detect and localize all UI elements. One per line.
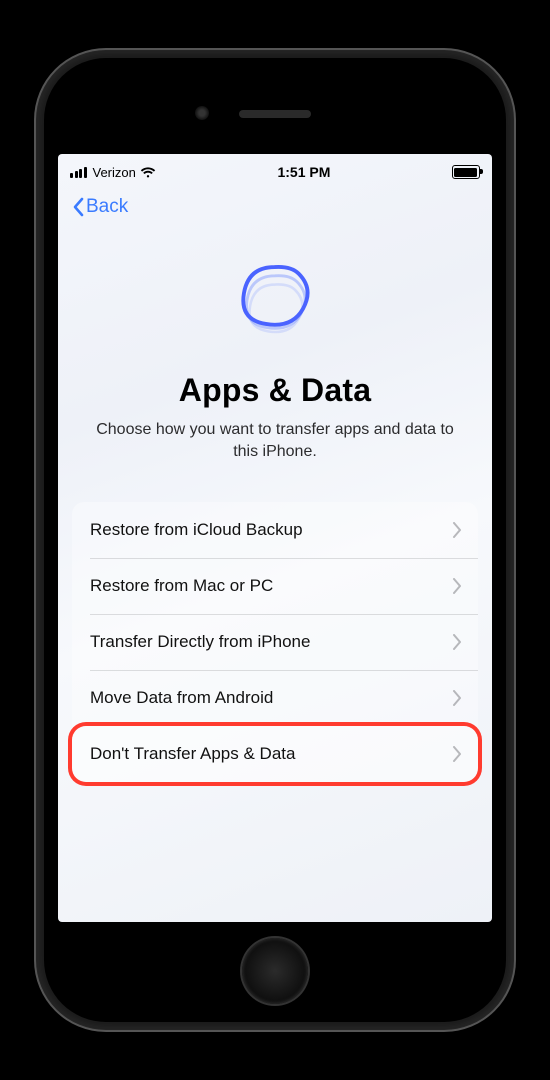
- chevron-right-icon: [452, 522, 462, 538]
- chevron-right-icon: [452, 578, 462, 594]
- status-bar: Verizon 1:51 PM: [58, 154, 492, 186]
- page-subtitle: Choose how you want to transfer apps and…: [88, 419, 462, 462]
- phone-bezel: Verizon 1:51 PM Back: [44, 58, 506, 1022]
- option-move-android[interactable]: Move Data from Android: [72, 670, 478, 726]
- back-button[interactable]: Back: [66, 195, 134, 219]
- status-left: Verizon: [70, 165, 156, 180]
- apps-data-icon: [225, 252, 325, 352]
- screen: Verizon 1:51 PM Back: [58, 154, 492, 922]
- options-list: Restore from iCloud Backup Restore from …: [72, 502, 478, 782]
- wifi-icon: [140, 166, 156, 178]
- carrier-label: Verizon: [93, 165, 136, 180]
- back-label: Back: [86, 196, 128, 218]
- phone-frame: Verizon 1:51 PM Back: [36, 50, 514, 1030]
- cellular-signal-icon: [70, 167, 87, 178]
- chevron-right-icon: [452, 746, 462, 762]
- option-dont-transfer[interactable]: Don't Transfer Apps & Data: [72, 726, 478, 782]
- option-label: Restore from Mac or PC: [90, 576, 273, 596]
- home-button[interactable]: [242, 938, 308, 1004]
- hero-section: Apps & Data Choose how you want to trans…: [58, 228, 492, 462]
- status-time: 1:51 PM: [277, 164, 330, 180]
- chevron-right-icon: [452, 634, 462, 650]
- option-label: Transfer Directly from iPhone: [90, 632, 310, 652]
- option-restore-mac-pc[interactable]: Restore from Mac or PC: [72, 558, 478, 614]
- option-label: Don't Transfer Apps & Data: [90, 744, 295, 764]
- status-right: [452, 165, 480, 179]
- option-label: Restore from iCloud Backup: [90, 520, 303, 540]
- chevron-left-icon: [72, 197, 84, 217]
- battery-icon: [452, 165, 480, 179]
- front-camera: [195, 106, 209, 120]
- option-restore-icloud[interactable]: Restore from iCloud Backup: [72, 502, 478, 558]
- earpiece-speaker: [239, 110, 311, 118]
- chevron-right-icon: [452, 690, 462, 706]
- page-title: Apps & Data: [179, 372, 371, 409]
- option-label: Move Data from Android: [90, 688, 273, 708]
- nav-bar: Back: [58, 186, 492, 228]
- option-transfer-iphone[interactable]: Transfer Directly from iPhone: [72, 614, 478, 670]
